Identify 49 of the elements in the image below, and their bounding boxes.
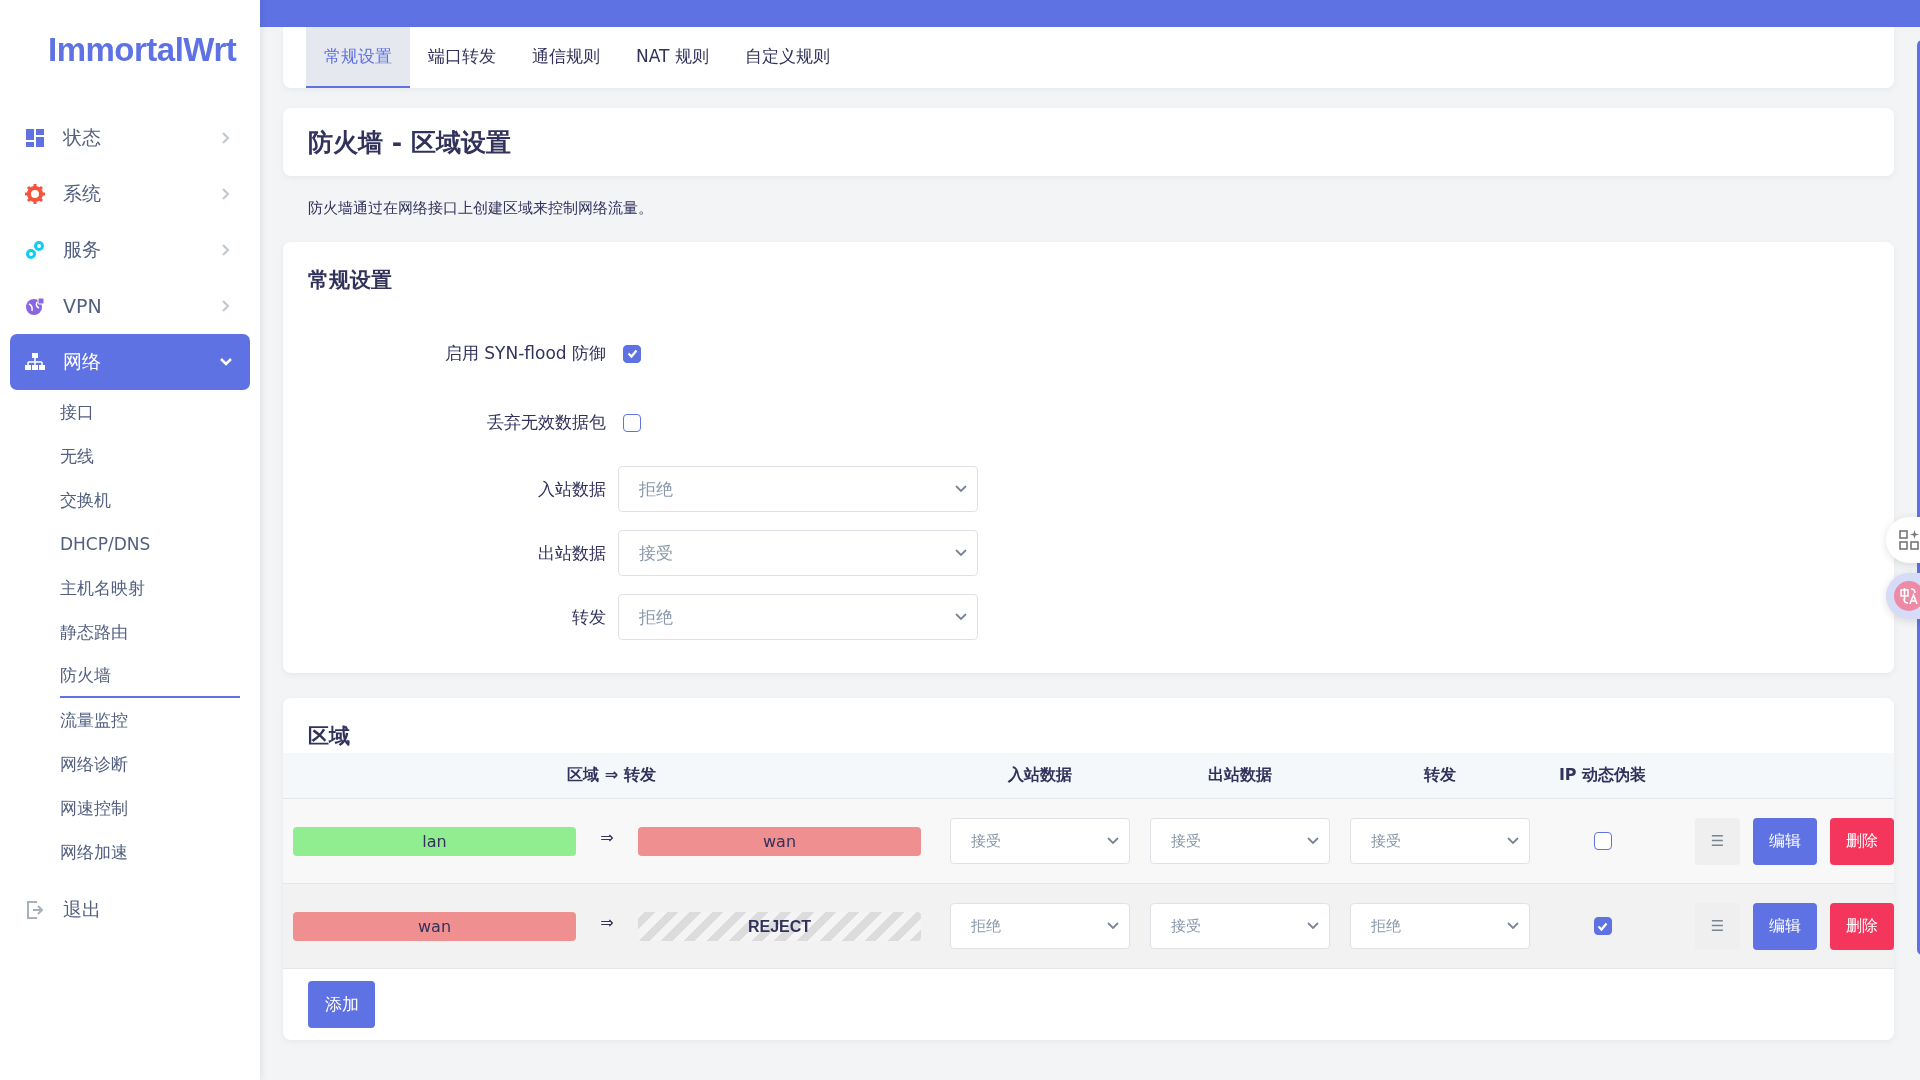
field-label: 入站数据 [537,477,607,501]
tab[interactable]: 端口转发 [410,27,514,88]
section-title: 常规设置 [307,267,393,294]
tab[interactable]: 通信规则 [514,27,618,88]
submenu-item[interactable]: 接口 [60,390,240,434]
description: 防火墙通过在网络接口上创建区域来控制网络流量。 [307,198,654,219]
nav-item[interactable]: 网络 [10,334,250,390]
submenu-item[interactable]: 防火墙 [60,654,240,698]
zone-badge: wan [293,911,576,941]
submenu-item[interactable]: 流量监控 [60,698,240,742]
nav-item[interactable]: 状态 [10,110,250,166]
add-button[interactable]: 添加 [308,981,375,1028]
drag-handle[interactable]: ☰ [1695,817,1740,865]
submenu-item[interactable]: 网速控制 [60,786,240,830]
submenu-item[interactable]: 网络诊断 [60,742,240,786]
submenu-item[interactable]: 静态路由 [60,610,240,654]
submenu-item[interactable]: DHCP/DNS [60,522,240,566]
zone-badge: REJECT [638,911,921,941]
submenu-item[interactable]: 网络加速 [60,830,240,874]
delete-button[interactable]: 删除 [1830,902,1894,950]
column-header: 入站数据 [1007,765,1073,786]
column-header: 区域 ⇒ 转发 [566,765,657,786]
nav-item[interactable]: 服务 [10,222,250,278]
arrow-text: ⇒ [599,912,615,932]
delete-button[interactable]: 删除 [1830,817,1894,865]
zone-badge: lan [293,826,576,856]
edit-button[interactable]: 编辑 [1753,902,1817,950]
edit-button[interactable]: 编辑 [1753,817,1817,865]
logout-item[interactable]: 退出 [10,882,250,938]
field-label: 出站数据 [537,541,607,565]
tab[interactable]: NAT 规则 [618,27,727,88]
page-title: 防火墙 - 区域设置 [308,126,511,159]
tab[interactable]: 自定义规则 [726,27,848,88]
field-label: 启用 SYN-flood 防御 [443,342,607,365]
zone-badge: wan [638,826,921,856]
column-header: 转发 [1423,765,1457,786]
field-label: 丢弃无效数据包 [486,411,607,434]
submenu-item[interactable]: 主机名映射 [60,566,240,610]
field-label: 转发 [571,605,607,629]
arrow-text: ⇒ [599,827,615,847]
column-header: 出站数据 [1207,765,1273,786]
logo: ImmortalWrt [48,30,237,70]
section-title: 区域 [307,723,351,750]
nav-item[interactable]: 系统 [10,166,250,222]
submenu-item[interactable]: 无线 [60,434,240,478]
submenu-item[interactable]: 交换机 [60,478,240,522]
nav-item[interactable]: VPN [10,278,250,334]
tab[interactable]: 常规设置 [306,27,410,88]
column-header: IP 动态伪装 [1557,765,1648,786]
